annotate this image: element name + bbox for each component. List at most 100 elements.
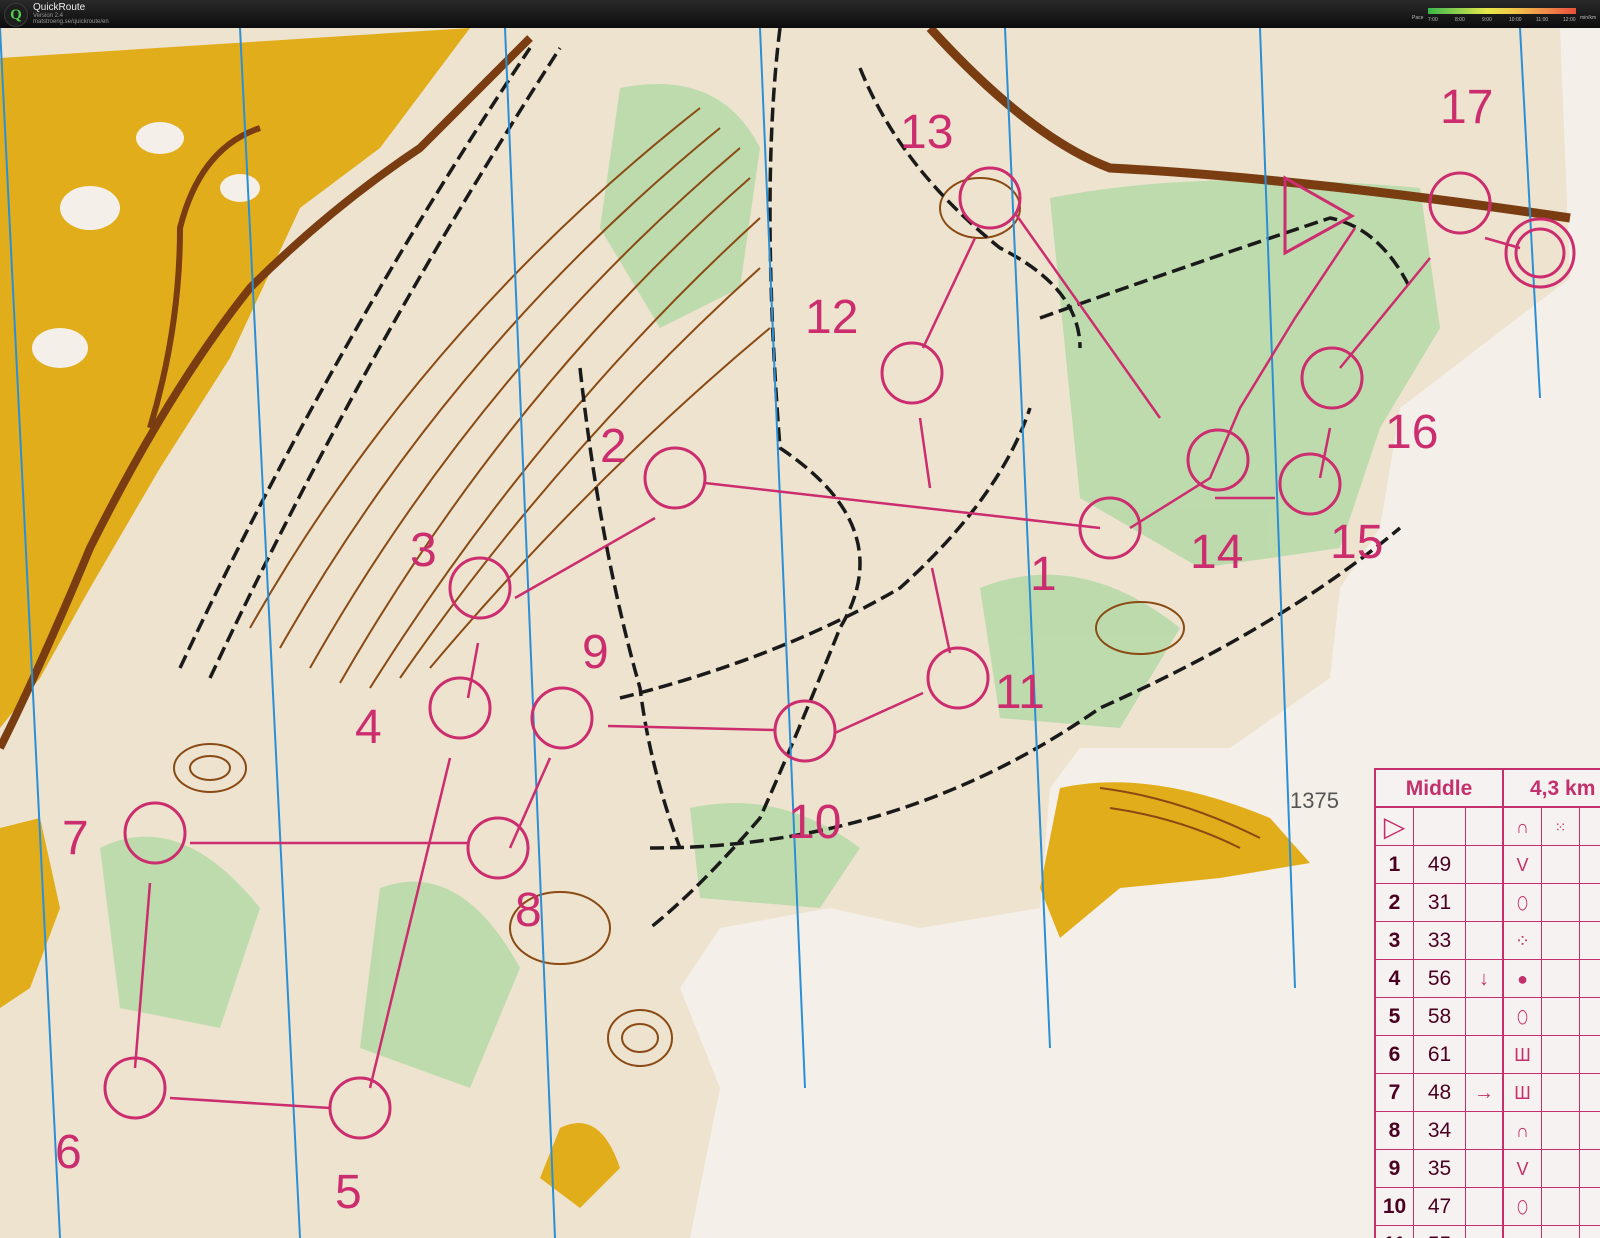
row-code: 49 bbox=[1414, 846, 1466, 884]
start-row: ▷ ∩ ⁙ bbox=[1376, 808, 1600, 846]
row-number: 8 bbox=[1376, 1112, 1414, 1150]
row-feature-icon: ∩ bbox=[1504, 1112, 1542, 1150]
description-row: 8 34 ∩ bbox=[1376, 1112, 1600, 1150]
control-number-11: 11 bbox=[995, 666, 1045, 719]
row-extra bbox=[1542, 846, 1580, 884]
description-row: 7 48 → Ш bbox=[1376, 1074, 1600, 1112]
row-number: 3 bbox=[1376, 922, 1414, 960]
row-extra bbox=[1542, 1074, 1580, 1112]
start-symbol: ▷ bbox=[1376, 808, 1414, 846]
control-number-13: 13 bbox=[900, 106, 953, 159]
row-extra bbox=[1542, 1188, 1580, 1226]
control-number-5: 5 bbox=[335, 1166, 362, 1219]
row-number: 11 bbox=[1376, 1226, 1414, 1238]
row-code: 34 bbox=[1414, 1112, 1466, 1150]
pace-tick: 8:00 bbox=[1455, 17, 1465, 23]
start-feature-icon: ∩ bbox=[1504, 808, 1542, 846]
control-number-16: 16 bbox=[1385, 406, 1438, 459]
row-direction bbox=[1466, 846, 1504, 884]
row-direction bbox=[1466, 1150, 1504, 1188]
row-feature-icon: ● bbox=[1504, 960, 1542, 998]
row-code: 31 bbox=[1414, 884, 1466, 922]
control-number-1: 1 bbox=[1030, 548, 1057, 601]
row-direction bbox=[1466, 1226, 1504, 1238]
control-number-17: 17 bbox=[1440, 81, 1493, 134]
row-direction: ↓ bbox=[1466, 960, 1504, 998]
row-feature-icon: V bbox=[1504, 1150, 1542, 1188]
row-direction: → bbox=[1466, 1074, 1504, 1112]
course-name: Middle bbox=[1376, 770, 1504, 808]
control-number-2: 2 bbox=[600, 420, 627, 473]
title-bar: Q QuickRoute Version 2.4 matstroeng.se/q… bbox=[0, 0, 1600, 28]
course-length: 4,3 km bbox=[1504, 770, 1600, 808]
row-direction bbox=[1466, 1188, 1504, 1226]
description-row: 4 56 ↓ ● bbox=[1376, 960, 1600, 998]
pace-tick: 7:00 bbox=[1428, 17, 1438, 23]
pace-tick: 12:00 bbox=[1563, 17, 1576, 23]
description-row: 6 61 Ш bbox=[1376, 1036, 1600, 1074]
row-code: 35 bbox=[1414, 1150, 1466, 1188]
description-row: 5 58 ⬯ bbox=[1376, 998, 1600, 1036]
row-number: 7 bbox=[1376, 1074, 1414, 1112]
control-number-12: 12 bbox=[805, 291, 858, 344]
row-feature-icon: ⁘ bbox=[1504, 922, 1542, 960]
quickroute-logo-icon: Q bbox=[4, 3, 28, 27]
pace-tick: 9:00 bbox=[1482, 17, 1492, 23]
description-row: 9 35 V bbox=[1376, 1150, 1600, 1188]
row-feature-icon: ◡ bbox=[1504, 1226, 1542, 1238]
pace-unit: min/km bbox=[1580, 15, 1597, 21]
row-code: 55 bbox=[1414, 1226, 1466, 1238]
start-detail-icon: ⁙ bbox=[1542, 808, 1580, 846]
row-code: 56 bbox=[1414, 960, 1466, 998]
control-number-10: 10 bbox=[788, 796, 841, 849]
row-number: 2 bbox=[1376, 884, 1414, 922]
description-row: 11 55 ◡ bbox=[1376, 1226, 1600, 1238]
row-number: 5 bbox=[1376, 998, 1414, 1036]
control-number-8: 8 bbox=[515, 884, 542, 937]
spot-height: 1375 bbox=[1290, 788, 1339, 813]
row-extra bbox=[1542, 922, 1580, 960]
row-direction bbox=[1466, 884, 1504, 922]
control-number-14: 14 bbox=[1190, 526, 1243, 579]
pace-color-bar bbox=[1428, 8, 1576, 14]
row-feature-icon: ⬯ bbox=[1504, 998, 1542, 1036]
control-number-4: 4 bbox=[355, 701, 382, 754]
row-extra bbox=[1542, 998, 1580, 1036]
control-number-7: 7 bbox=[62, 812, 89, 865]
pace-legend-label: Pace bbox=[1412, 15, 1424, 21]
row-code: 33 bbox=[1414, 922, 1466, 960]
control-number-15: 15 bbox=[1330, 516, 1383, 569]
control-number-6: 6 bbox=[55, 1126, 82, 1179]
row-extra bbox=[1542, 1112, 1580, 1150]
description-row: 3 33 ⁘ bbox=[1376, 922, 1600, 960]
row-extra bbox=[1542, 1150, 1580, 1188]
row-direction bbox=[1466, 1112, 1504, 1150]
row-code: 58 bbox=[1414, 998, 1466, 1036]
row-feature-icon: V bbox=[1504, 846, 1542, 884]
description-row: 1 49 V bbox=[1376, 846, 1600, 884]
row-feature-icon: Ш bbox=[1504, 1074, 1542, 1112]
row-direction bbox=[1466, 998, 1504, 1036]
app-name: QuickRoute bbox=[33, 2, 86, 13]
row-extra bbox=[1542, 1226, 1580, 1238]
control-number-9: 9 bbox=[582, 626, 609, 679]
row-extra bbox=[1542, 1036, 1580, 1074]
row-number: 10 bbox=[1376, 1188, 1414, 1226]
description-row: 2 31 ⬯ bbox=[1376, 884, 1600, 922]
description-row: 10 47 ⬯ bbox=[1376, 1188, 1600, 1226]
row-code: 47 bbox=[1414, 1188, 1466, 1226]
control-number-3: 3 bbox=[410, 524, 437, 577]
orienteering-map[interactable]: 1 2 3 4 5 6 7 8 9 10 11 12 13 14 15 16 1… bbox=[0, 28, 1600, 1238]
start-dir-cell bbox=[1466, 808, 1504, 846]
row-feature-icon: ⬯ bbox=[1504, 1188, 1542, 1226]
map-canvas[interactable]: 1 2 3 4 5 6 7 8 9 10 11 12 13 14 15 16 1… bbox=[0, 28, 1600, 1238]
row-direction bbox=[1466, 1036, 1504, 1074]
row-number: 1 bbox=[1376, 846, 1414, 884]
row-feature-icon: Ш bbox=[1504, 1036, 1542, 1074]
app-url: matstroeng.se/quickroute/en bbox=[33, 19, 109, 25]
row-code: 48 bbox=[1414, 1074, 1466, 1112]
row-feature-icon: ⬯ bbox=[1504, 884, 1542, 922]
row-direction bbox=[1466, 922, 1504, 960]
row-code: 61 bbox=[1414, 1036, 1466, 1074]
pace-tick: 11:00 bbox=[1536, 17, 1549, 23]
